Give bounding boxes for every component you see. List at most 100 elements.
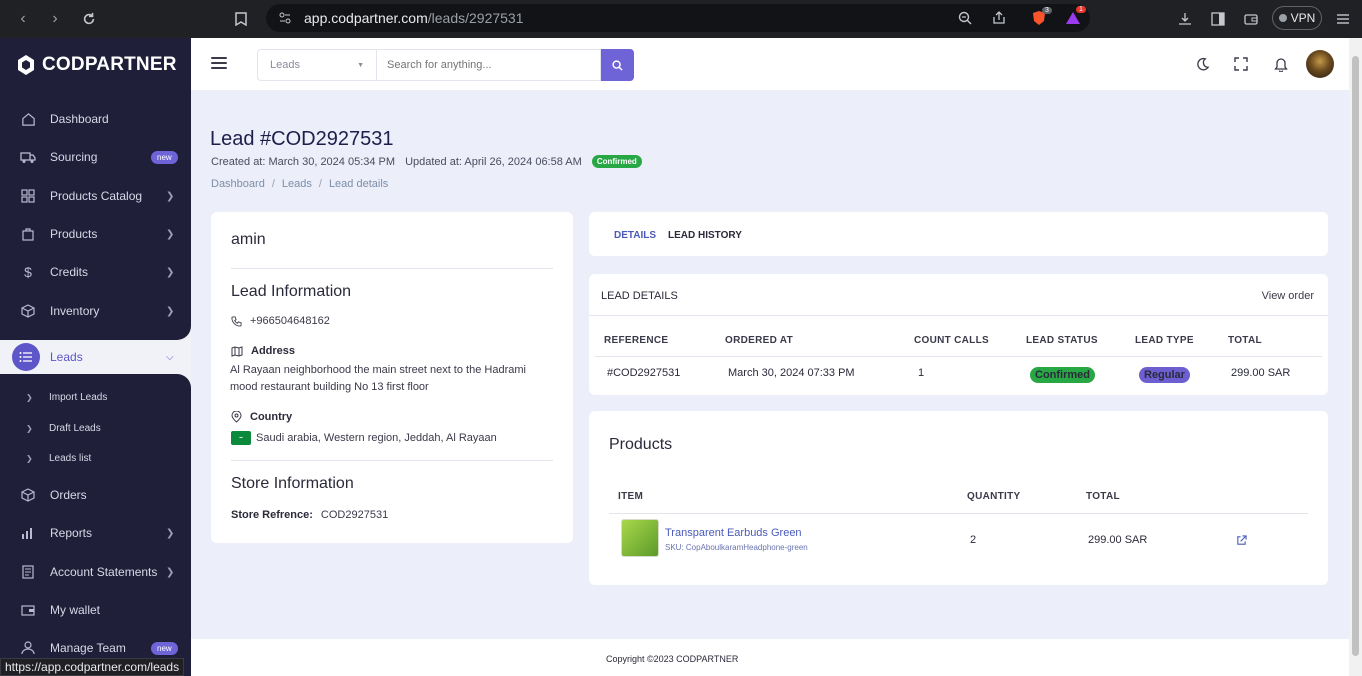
product-thumbnail (621, 519, 659, 557)
bar-chart-icon (20, 525, 36, 541)
bookmark-icon[interactable] (226, 0, 256, 38)
vpn-status-icon (1278, 14, 1287, 22)
share-icon[interactable] (990, 9, 1008, 27)
products-card: Products ITEM QUANTITY TOTAL Transparent… (589, 411, 1328, 585)
sidebar-toggle-icon[interactable] (1203, 0, 1233, 38)
search-input[interactable] (377, 49, 601, 81)
tab-lead-history[interactable]: LEAD HISTORY (668, 230, 742, 241)
chevron-right-icon: ❯ (26, 423, 33, 433)
list-icon (12, 343, 40, 371)
col-total: TOTAL (1228, 335, 1262, 346)
sidebar-item-credits[interactable]: $ Credits ❯ (0, 257, 191, 287)
address-bar[interactable]: app.codpartner.com/leads/2927531 3 1 (266, 4, 1090, 32)
main-content: Leads ▼ Lead #COD2927531 Created at: Mar… (191, 38, 1349, 676)
back-icon[interactable]: ‹ (8, 0, 38, 38)
dollar-icon: $ (24, 264, 32, 280)
sidebar-item-reports[interactable]: Reports ❯ (0, 518, 191, 548)
lead-type-badge: Regular (1139, 367, 1190, 383)
download-icon[interactable] (1170, 0, 1200, 38)
store-information-title: Store Information (231, 475, 354, 492)
logo-text: CODPARTNER (42, 54, 177, 75)
col-count-calls: COUNT CALLS (914, 335, 989, 346)
sidebar-subitem-import-leads[interactable]: ❯ Import Leads (0, 386, 191, 408)
address-label-row: Address (231, 345, 295, 357)
sidebar-item-sourcing[interactable]: Sourcing new (0, 142, 191, 172)
external-link-icon[interactable] (1236, 533, 1247, 551)
status-badge: Confirmed (591, 155, 642, 168)
products-title: Products (609, 436, 673, 453)
sidebar-subitem-leads-list[interactable]: ❯ Leads list (0, 447, 191, 469)
home-icon (20, 111, 36, 127)
search-button[interactable] (601, 49, 634, 81)
reload-icon[interactable] (74, 0, 104, 38)
country-row: ━ Saudi arabia, Western region, Jeddah, … (231, 431, 497, 445)
phone-icon (231, 315, 242, 327)
col-product-total: TOTAL (1086, 491, 1120, 502)
box-icon (20, 303, 36, 319)
sidebar-item-account-statements[interactable]: Account Statements ❯ (0, 557, 191, 587)
new-badge: new (151, 150, 178, 164)
product-name-link[interactable]: Transparent Earbuds Green (665, 527, 802, 539)
chevron-right-icon: ❯ (166, 190, 175, 202)
breadcrumb-leads[interactable]: Leads (282, 178, 312, 190)
product-total: 299.00 SAR (1088, 534, 1148, 546)
updated-at: Updated at: April 26, 2024 06:58 AM (405, 155, 582, 168)
forward-icon[interactable]: › (40, 0, 70, 38)
wallet-icon (20, 602, 36, 618)
bag-icon (20, 226, 36, 242)
search-category-select[interactable]: Leads ▼ (257, 49, 377, 81)
saudi-flag-icon: ━ (231, 431, 251, 445)
country-label-row: Country (231, 411, 292, 423)
link-status-bar: https://app.codpartner.com/leads (0, 658, 185, 676)
top-header: Leads ▼ (191, 38, 1349, 90)
sidebar-bottom-panel: ❯ Import Leads ❯ Draft Leads ❯ Leads lis… (0, 374, 191, 676)
new-badge: new (151, 641, 178, 655)
phone-row: +966504648162 (231, 315, 330, 327)
rewards-badge: 1 (1076, 6, 1086, 13)
view-order-link[interactable]: View order (1262, 290, 1314, 302)
brave-badge: 3 (1042, 7, 1052, 14)
sidebar-item-products[interactable]: Products ❯ (0, 219, 191, 249)
zoom-icon[interactable] (956, 9, 974, 27)
notification-bell-icon[interactable] (1271, 54, 1291, 74)
page-scrollbar[interactable] (1349, 38, 1362, 676)
col-reference: REFERENCE (604, 335, 669, 346)
tab-details[interactable]: DETAILS (614, 230, 656, 241)
logo-icon (18, 55, 34, 75)
chevron-right-icon: ❯ (166, 305, 175, 317)
vpn-button[interactable]: VPN (1272, 6, 1322, 30)
chevron-right-icon: ❯ (166, 566, 175, 578)
tabs-card: DETAILS LEAD HISTORY (589, 212, 1328, 256)
site-info-icon[interactable] (276, 9, 294, 27)
phone-number: +966504648162 (250, 315, 330, 327)
col-ordered-at: ORDERED AT (725, 335, 793, 346)
sidebar-item-my-wallet[interactable]: My wallet (0, 595, 191, 625)
col-quantity: QUANTITY (967, 491, 1021, 502)
sidebar-top-panel: CODPARTNER Dashboard Sourcing new Produc… (0, 38, 191, 340)
fullscreen-icon[interactable] (1231, 54, 1251, 74)
wallet-browser-icon[interactable] (1236, 0, 1266, 38)
sidebar-item-orders[interactable]: Orders (0, 480, 191, 510)
sidebar-item-leads[interactable]: Leads ⌵ (10, 341, 191, 373)
product-sku: SKU: CopAboulkaramHeadphone-green (665, 543, 808, 552)
app-logo[interactable]: CODPARTNER (16, 54, 177, 76)
grid-icon (20, 188, 36, 204)
caret-down-icon: ▼ (357, 62, 364, 69)
product-quantity: 2 (970, 534, 977, 546)
package-icon (20, 487, 36, 503)
sidebar-item-dashboard[interactable]: Dashboard (0, 104, 191, 134)
sidebar-subitem-draft-leads[interactable]: ❯ Draft Leads (0, 417, 191, 439)
sidebar-item-inventory[interactable]: Inventory ❯ (0, 296, 191, 326)
lead-information-title: Lead Information (231, 283, 352, 300)
col-lead-status: LEAD STATUS (1026, 335, 1098, 346)
menu-toggle-icon[interactable] (211, 57, 227, 69)
receipt-icon (20, 564, 36, 580)
dark-mode-icon[interactable] (1192, 54, 1212, 74)
breadcrumb-dashboard[interactable]: Dashboard (211, 178, 265, 190)
country-text: Saudi arabia, Western region, Jeddah, Al… (256, 432, 497, 444)
page-title: Lead #COD2927531 (210, 128, 394, 150)
map-icon (231, 345, 243, 357)
menu-icon[interactable] (1328, 0, 1358, 38)
avatar[interactable] (1306, 50, 1334, 78)
sidebar-item-products-catalog[interactable]: Products Catalog ❯ (0, 181, 191, 211)
